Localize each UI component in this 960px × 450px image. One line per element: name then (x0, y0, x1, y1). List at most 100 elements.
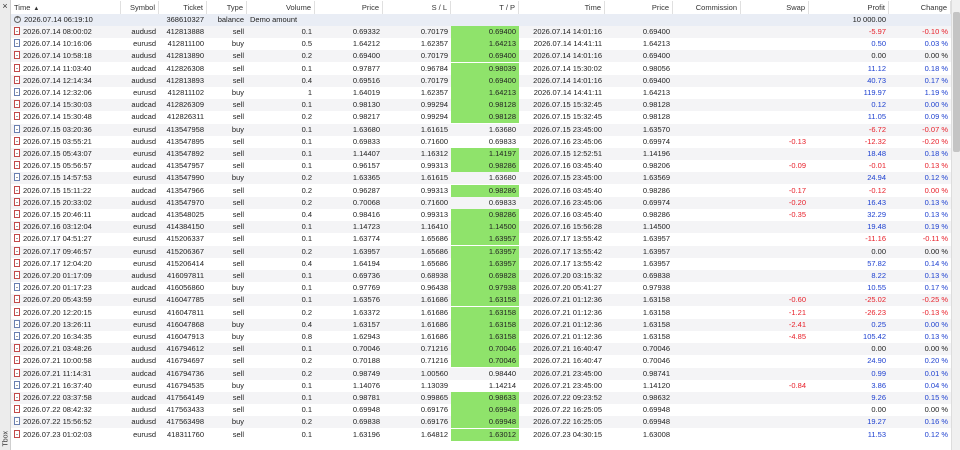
table-row[interactable]: 2026.07.15 20:33:02 audusd 413547970 sell 0.… (11, 196, 951, 209)
profit-value: 0.99 (871, 368, 886, 378)
sl-value: 1.61615 (420, 173, 448, 183)
cell-close-time: 2026.07.15 15:32:45 (519, 111, 605, 123)
table-row[interactable]: 2026.07.14 12:14:34 audusd 412813893 sell 0.… (11, 74, 951, 87)
table-row[interactable]: 2026.07.14 08:00:02 audusd 412813888 sell 0.… (11, 26, 951, 38)
sl-value: 1.61686 (420, 332, 448, 341)
table-row[interactable]: 2026.07.20 12:20:15 eurusd 416047811 sell 0.… (11, 306, 951, 319)
deal-icon (14, 51, 20, 60)
cell-ticket: 417563498 (159, 416, 207, 428)
table-row[interactable]: 2026.07.15 03:20:36 eurusd 413547958 buy 0.1… (11, 123, 951, 136)
cell-sl: 1.65686 (383, 233, 451, 245)
cell-sl: 1.61615 (383, 172, 451, 184)
deal-icon (14, 393, 20, 401)
table-row[interactable]: 2026.07.23 01:02:03 eurusd 418311760 sell 0.… (11, 428, 951, 441)
col-header-sl[interactable]: S / L (383, 1, 451, 14)
table-row[interactable]: 2026.07.21 10:00:58 audusd 416794697 sell 0.… (11, 355, 951, 368)
close-icon[interactable]: × (0, 1, 10, 11)
table-row[interactable]: 2026.07.15 20:46:11 audcad 413548025 sell 0.… (11, 209, 951, 221)
table-row[interactable]: 2026.07.17 09:46:57 eurusd 415206367 sell 0.… (11, 245, 951, 258)
cell-close-price: 1.63957 (605, 246, 673, 258)
col-header-symbol[interactable]: Symbol (121, 1, 159, 14)
table-row[interactable]: 2026.07.22 15:56:52 audusd 417563498 buy 0.2… (11, 416, 951, 429)
cell-swap (741, 50, 809, 62)
cell-ticket: 413547958 (159, 124, 207, 136)
balance-profit: 10 000.00 (852, 15, 886, 24)
col-header-time[interactable]: Time ▲ (11, 1, 121, 14)
col-header-swap[interactable]: Swap (741, 1, 809, 14)
col-header-tp[interactable]: T / P (451, 1, 519, 14)
type-value: sell (232, 161, 244, 171)
cell-type: sell (207, 209, 247, 221)
table-row[interactable]: 2026.07.20 01:17:23 audcad 416056860 buy 0.1… (11, 282, 951, 295)
table-row[interactable]: 2026.07.15 05:56:57 audcad 413547957 sell 0.… (11, 160, 951, 173)
table-row[interactable]: 2026.07.17 04:51:27 eurusd 415206337 sell 0.… (11, 233, 951, 246)
table-row[interactable]: 2026.07.20 16:34:35 eurusd 416047913 buy 0.8… (11, 331, 951, 343)
table-row[interactable]: 2026.07.15 05:43:07 eurusd 413547892 sell 0.… (11, 148, 951, 160)
table-row[interactable]: 2026.07.14 15:30:48 audcad 412826311 sell 0.… (11, 111, 951, 124)
cell-sl: 0.69176 (383, 416, 451, 428)
table-row[interactable]: 2026.07.14 15:30:03 audcad 412826309 sell 0.… (11, 99, 951, 112)
table-row[interactable]: 2026.07.16 03:12:04 eurusd 414384150 sell 0.… (11, 221, 951, 234)
col-header-type[interactable]: Type (207, 1, 247, 14)
cell-close-time: 2026.07.14 14:01:16 (519, 50, 605, 62)
cell-volume: 0.2 (247, 172, 315, 184)
col-header-close-price[interactable]: Price (605, 1, 673, 14)
table-row[interactable]: 2026.07.14 10:58:18 audusd 412813890 sell 0.… (11, 50, 951, 63)
cell-tp: 0.98128 (451, 99, 519, 112)
cell-close-time: 2026.07.16 03:45:40 (519, 185, 605, 197)
col-header-volume[interactable]: Volume (247, 1, 315, 14)
time-value: 2026.07.14 12:14:34 (23, 75, 92, 85)
change-value: 0.03 % (924, 39, 948, 49)
table-row[interactable]: 2026.07.15 03:55:21 audusd 413547895 sell 0.… (11, 136, 951, 148)
cell-ticket: 414384150 (159, 221, 207, 233)
table-row[interactable]: 2026.07.22 03:37:58 audcad 417564149 sell 0.… (11, 392, 951, 404)
cell-close-time: 2026.07.22 16:25:05 (519, 416, 605, 428)
cell-profit: 3.86 (809, 380, 889, 392)
cell-close-price: 1.14120 (605, 380, 673, 392)
col-header-close-time[interactable]: Time (519, 1, 605, 14)
cell-tp: 0.69400 (451, 50, 519, 63)
type-value: sell (232, 75, 244, 85)
table-row[interactable]: 2026.07.20 05:43:59 eurusd 416047785 sell 0.… (11, 294, 951, 307)
table-row[interactable]: 2026.07.21 11:14:31 audcad 416794736 sell 0.… (11, 367, 951, 380)
table-row[interactable]: 2026.07.14 11:03:40 audcad 412826308 sell 0.… (11, 62, 951, 75)
swap-value: -0.84 (788, 380, 806, 390)
symbol-value: eurusd (133, 173, 156, 183)
toolbox-label[interactable]: Tbox (3, 427, 10, 447)
cell-price: 0.97877 (315, 63, 383, 75)
table-row[interactable]: 2026.07.21 03:48:26 audusd 416794612 sell 0.… (11, 343, 951, 356)
symbol-value: audcad (131, 63, 156, 73)
col-header-change[interactable]: Change (889, 1, 951, 14)
table-row[interactable]: 2026.07.20 01:17:09 audusd 416097811 sell 0.… (11, 270, 951, 282)
table-row[interactable]: 2026.07.15 14:57:53 eurusd 413547990 buy 0.2… (11, 172, 951, 185)
cell-time: 2026.07.23 01:02:03 (11, 429, 121, 441)
close-time-value: 2026.07.14 14:41:11 (533, 88, 602, 97)
table-row[interactable]: 2026.07.17 12:04:20 eurusd 415206414 sell 0.… (11, 257, 951, 270)
col-header-profit[interactable]: Profit (809, 1, 889, 14)
table-row[interactable]: 2026.07.20 13:26:11 eurusd 416047868 buy 0.4… (11, 318, 951, 331)
cell-time: 2026.07.20 16:34:35 (11, 331, 121, 343)
close-time-value: 2026.07.21 01:12:36 (533, 319, 602, 329)
profit-value: 11.12 (867, 63, 886, 73)
col-header-commission[interactable]: Commission (673, 1, 741, 14)
scrollbar-thumb[interactable] (953, 12, 960, 152)
table-row[interactable]: 2026.07.14 10:16:06 eurusd 412811100 buy 0.5… (11, 38, 951, 51)
table-row[interactable]: 2026.07.21 16:37:40 eurusd 416794535 buy 0.1… (11, 380, 951, 392)
col-header-ticket[interactable]: Ticket (159, 1, 207, 14)
table-row[interactable]: 2026.07.14 12:32:06 eurusd 412811102 buy 1 1.… (11, 87, 951, 99)
volume-value: 0.1 (301, 429, 312, 439)
profit-value: -0.01 (868, 161, 886, 171)
vertical-scrollbar[interactable] (951, 0, 960, 450)
price-value: 0.96287 (352, 185, 380, 195)
cell-close-time: 2026.07.16 15:56:28 (519, 221, 605, 233)
table-row[interactable]: 2026.07.15 15:11:22 audcad 413547966 sell 0.… (11, 184, 951, 197)
deal-icon (14, 27, 20, 35)
symbol-value: audusd (131, 75, 156, 85)
balance-row[interactable]: 2026.07.14 06:19:10 368610327 balance De… (11, 14, 951, 26)
time-value: 2026.07.15 05:56:57 (23, 161, 92, 171)
profit-value: -11.16 (865, 234, 886, 244)
table-row[interactable]: 2026.07.22 08:42:32 audusd 417563433 sell 0.… (11, 404, 951, 417)
sl-value: 1.62357 (420, 39, 448, 49)
price-value: 1.64212 (352, 39, 380, 49)
col-header-price[interactable]: Price (315, 1, 383, 14)
